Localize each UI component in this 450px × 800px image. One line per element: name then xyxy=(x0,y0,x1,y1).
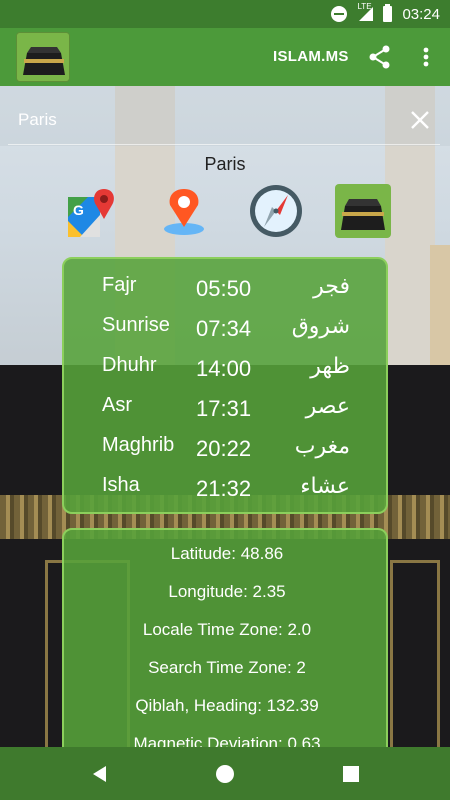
prayer-time: 17:31 xyxy=(196,396,252,421)
prayer-name: Isha xyxy=(102,474,140,496)
longitude-label: Longitude: 2.35 xyxy=(168,582,286,601)
prayer-name: Asr xyxy=(102,394,132,416)
prayer-time: 20:22 xyxy=(196,436,252,461)
locale-time-zone-label: Locale Time Zone: 2.0 xyxy=(142,620,312,639)
prayer-name: Fajr xyxy=(102,274,137,296)
prayer-row-isha: Isha 21:32 عشاء xyxy=(64,474,390,514)
qiblah-heading-label: Qiblah, Heading: 132.39 xyxy=(135,696,319,715)
prayer-name: Sunrise xyxy=(102,314,170,336)
navigation-bar xyxy=(0,747,450,800)
city-name: Paris xyxy=(204,154,246,174)
app-bar: ISLAM.MS xyxy=(0,28,450,86)
status-bar: LTE 03:24 xyxy=(0,0,450,28)
close-icon[interactable] xyxy=(408,108,432,132)
svg-text:G: G xyxy=(73,202,84,218)
signal-icon: LTE xyxy=(357,2,374,22)
overflow-menu-icon[interactable] xyxy=(414,43,438,71)
app-logo-icon[interactable] xyxy=(16,32,70,82)
prayer-arabic-name: عصر xyxy=(305,394,350,419)
prayer-row-maghrib: Maghrib 20:22 مغرب xyxy=(64,434,390,474)
prayer-row-sunrise: Sunrise 07:34 شروق xyxy=(64,314,390,354)
network-type-label: LTE xyxy=(357,2,372,11)
battery-icon xyxy=(383,4,393,22)
recents-icon[interactable] xyxy=(339,762,363,786)
prayer-time: 14:00 xyxy=(196,356,252,381)
location-pin-icon[interactable] xyxy=(158,185,214,241)
location-info-card: Latitude: 48.86 Longitude: 2.35 Locale T… xyxy=(62,528,388,768)
google-maps-icon[interactable]: G xyxy=(64,185,120,241)
prayer-time: 05:50 xyxy=(196,276,252,301)
do-not-disturb-icon xyxy=(331,6,348,22)
prayer-row-asr: Asr 17:31 عصر xyxy=(64,394,390,434)
share-icon[interactable] xyxy=(366,43,394,71)
back-icon[interactable] xyxy=(88,762,112,786)
prayer-time: 21:32 xyxy=(196,476,252,501)
prayer-time: 07:34 xyxy=(196,316,252,341)
search-bar xyxy=(0,86,450,146)
prayer-arabic-name: مغرب xyxy=(294,434,350,459)
prayer-row-dhuhr: Dhuhr 14:00 ظهر xyxy=(64,354,390,394)
prayer-name: Dhuhr xyxy=(102,354,157,376)
clock: 03:24 xyxy=(402,5,440,23)
search-time-zone-label: Search Time Zone: 2 xyxy=(148,658,306,677)
prayer-arabic-name: ظهر xyxy=(310,354,350,379)
compass-icon[interactable] xyxy=(248,183,304,239)
kaaba-icon[interactable] xyxy=(335,184,391,240)
home-icon[interactable] xyxy=(213,762,237,786)
latitude-label: Latitude: 48.86 xyxy=(170,544,284,563)
prayer-arabic-name: شروق xyxy=(291,314,350,339)
search-underline xyxy=(8,144,440,145)
prayer-name: Maghrib xyxy=(102,434,175,456)
prayer-arabic-name: عشاء xyxy=(300,474,350,499)
prayer-arabic-name: فجر xyxy=(313,274,350,299)
prayer-row-fajr: Fajr 05:50 فجر xyxy=(64,274,390,314)
app-title: ISLAM.MS xyxy=(273,48,349,65)
city-search-input[interactable] xyxy=(18,108,378,132)
prayer-times-card: Fajr 05:50 فجر Sunrise 07:34 شروق Dhuhr … xyxy=(62,257,388,514)
